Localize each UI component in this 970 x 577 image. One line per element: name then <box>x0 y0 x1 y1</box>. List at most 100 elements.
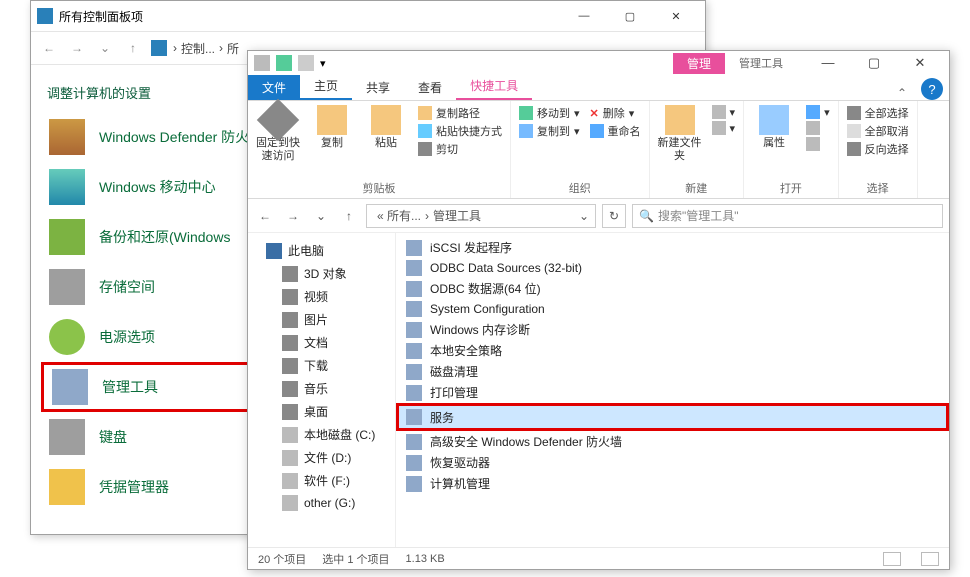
nav-folder[interactable]: 桌面 <box>248 400 395 423</box>
search-placeholder: 搜索"管理工具" <box>658 207 739 224</box>
file-row[interactable]: 磁盘清理 <box>396 361 949 382</box>
file-row[interactable]: 服务 <box>396 403 949 431</box>
cp-item-label: 存储空间 <box>99 277 155 297</box>
back-arrow-icon[interactable]: ← <box>37 41 61 55</box>
pin-quick-access-button[interactable]: 固定到快速访问 <box>256 105 300 163</box>
explorer-qat[interactable]: ▾ 管理 管理工具 — ▢ ✕ <box>248 51 949 75</box>
nav-folder[interactable]: 3D 对象 <box>248 262 395 285</box>
shortcut-icon <box>406 385 422 401</box>
qat-icon[interactable] <box>298 55 314 71</box>
help-icon[interactable]: ? <box>921 78 943 100</box>
folder-icon <box>282 381 298 397</box>
move-to-button[interactable]: 移动到▾ <box>519 105 580 121</box>
nav-folder[interactable]: 文档 <box>248 331 395 354</box>
refresh-button[interactable]: ↻ <box>602 204 626 228</box>
easy-access-button[interactable]: ▾ <box>712 121 736 135</box>
forward-button[interactable]: → <box>282 209 304 223</box>
path-segment[interactable]: 管理工具 <box>433 207 481 224</box>
status-item-count: 20 个项目 <box>258 551 306 567</box>
path-segment[interactable]: « 所有... <box>377 207 421 224</box>
ribbon-collapse-icon[interactable]: ⌃ <box>889 86 915 100</box>
status-size: 1.13 KB <box>406 553 445 565</box>
select-none-button[interactable]: 全部取消 <box>847 123 909 139</box>
nav-drive[interactable]: 软件 (F:) <box>248 469 395 492</box>
tab-shortcut-tools[interactable]: 快捷工具 <box>456 73 532 100</box>
tab-view[interactable]: 查看 <box>404 75 456 100</box>
properties-button[interactable]: 属性 <box>752 105 796 150</box>
paste-shortcut-button[interactable]: 粘贴快捷方式 <box>418 123 502 139</box>
history-button[interactable] <box>806 137 830 151</box>
status-bar: 20 个项目 选中 1 个项目 1.13 KB <box>248 547 949 569</box>
shortcut-icon <box>406 322 422 338</box>
close-button[interactable]: ✕ <box>897 55 943 71</box>
nav-folder[interactable]: 视频 <box>248 285 395 308</box>
maximize-button[interactable]: ▢ <box>851 55 897 71</box>
up-button[interactable]: ↑ <box>338 209 360 223</box>
search-input[interactable]: 🔍 搜索"管理工具" <box>632 204 943 228</box>
file-row[interactable]: 打印管理 <box>396 382 949 403</box>
forward-arrow-icon[interactable]: → <box>65 41 89 55</box>
back-button[interactable]: ← <box>254 209 276 223</box>
select-all-button[interactable]: 全部选择 <box>847 105 909 121</box>
file-row[interactable]: ODBC 数据源(64 位) <box>396 278 949 299</box>
dropdown-arrow-icon[interactable]: ⌄ <box>93 41 117 55</box>
file-row[interactable]: 计算机管理 <box>396 473 949 494</box>
tab-share[interactable]: 共享 <box>352 75 404 100</box>
view-thumbnails-icon[interactable] <box>921 552 939 566</box>
folder-icon <box>282 312 298 328</box>
close-button[interactable]: ✕ <box>653 1 699 31</box>
copy-to-button[interactable]: 复制到▾ <box>519 123 580 139</box>
file-row[interactable]: System Configuration <box>396 299 949 319</box>
up-arrow-icon[interactable]: ↑ <box>121 41 145 55</box>
file-row[interactable]: iSCSI 发起程序 <box>396 237 949 258</box>
edit-button[interactable] <box>806 121 830 135</box>
cp-item-icon <box>49 319 85 355</box>
open-button[interactable]: ▾ <box>806 105 830 119</box>
breadcrumb-part[interactable]: › <box>173 41 177 55</box>
new-folder-button[interactable]: 新建文件夹 <box>658 105 702 163</box>
qat-icon[interactable] <box>276 55 292 71</box>
copy-path-button[interactable]: 复制路径 <box>418 105 502 121</box>
paste-button[interactable]: 粘贴 <box>364 105 408 150</box>
file-row[interactable]: 本地安全策略 <box>396 340 949 361</box>
nav-drive[interactable]: 本地磁盘 (C:) <box>248 423 395 446</box>
file-row[interactable]: ODBC Data Sources (32-bit) <box>396 258 949 278</box>
file-list[interactable]: iSCSI 发起程序ODBC Data Sources (32-bit) ODBC… <box>396 233 949 547</box>
qat-dropdown-icon[interactable]: ▾ <box>320 57 326 70</box>
file-name: ODBC 数据源(64 位) <box>430 280 541 297</box>
rename-button[interactable]: 重命名 <box>590 123 641 139</box>
nav-drive[interactable]: 文件 (D:) <box>248 446 395 469</box>
recent-dropdown-icon[interactable]: ⌄ <box>310 209 332 223</box>
nav-folder[interactable]: 音乐 <box>248 377 395 400</box>
path-dropdown-icon[interactable]: ⌄ <box>579 209 589 223</box>
nav-drive[interactable]: other (G:) <box>248 492 395 514</box>
minimize-button[interactable]: — <box>561 1 607 31</box>
view-details-icon[interactable] <box>883 552 901 566</box>
cp-item-icon <box>52 369 88 405</box>
nav-this-pc[interactable]: 此电脑 <box>248 239 395 262</box>
new-item-button[interactable]: ▾ <box>712 105 736 119</box>
copy-button[interactable]: 复制 <box>310 105 354 150</box>
folder-icon <box>282 404 298 420</box>
cp-titlebar[interactable]: 所有控制面板项 — ▢ ✕ <box>31 1 705 31</box>
shortcut-icon <box>406 260 422 276</box>
file-row[interactable]: Windows 内存诊断 <box>396 319 949 340</box>
shortcut-icon <box>406 434 422 450</box>
breadcrumb-part[interactable]: 所 <box>227 40 239 57</box>
file-row[interactable]: 恢复驱动器 <box>396 452 949 473</box>
breadcrumb-part[interactable]: 控制... <box>181 40 215 57</box>
nav-folder[interactable]: 图片 <box>248 308 395 331</box>
address-path[interactable]: « 所有... › 管理工具 ⌄ <box>366 204 596 228</box>
minimize-button[interactable]: — <box>805 55 851 71</box>
cut-button[interactable]: 剪切 <box>418 141 502 157</box>
maximize-button[interactable]: ▢ <box>607 1 653 31</box>
delete-button[interactable]: ✕删除▾ <box>590 105 641 121</box>
file-row[interactable]: 高级安全 Windows Defender 防火墙 <box>396 431 949 452</box>
navigation-pane[interactable]: 此电脑 3D 对象视频图片文档下载音乐桌面本地磁盘 (C:)文件 (D:)软件 … <box>248 233 396 547</box>
tab-file[interactable]: 文件 <box>248 75 300 100</box>
nav-folder[interactable]: 下载 <box>248 354 395 377</box>
tab-home[interactable]: 主页 <box>300 73 352 100</box>
invert-selection-button[interactable]: 反向选择 <box>847 141 909 157</box>
cp-item-label: 备份和还原(Windows <box>99 227 230 247</box>
file-name: 计算机管理 <box>430 475 490 492</box>
